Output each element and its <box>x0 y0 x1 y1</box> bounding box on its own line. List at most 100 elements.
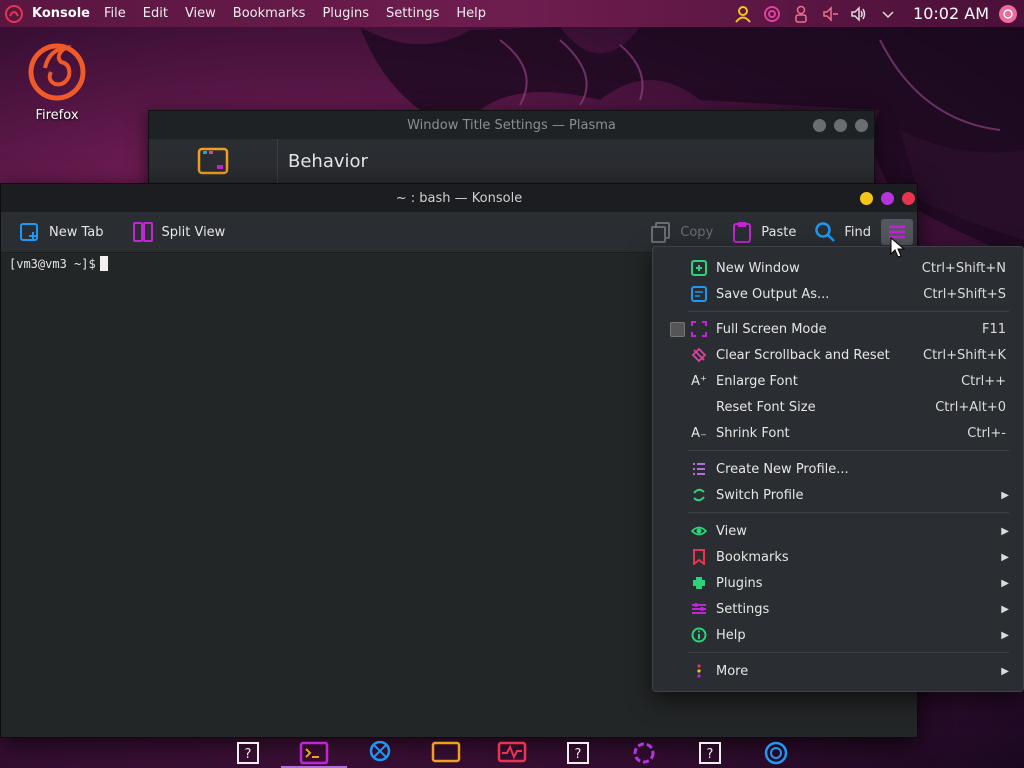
desktop-firefox[interactable]: Firefox <box>22 38 92 123</box>
task-settings[interactable] <box>347 738 413 768</box>
menu-item-shrink-font[interactable]: A₋ Shrink Font Ctrl+- <box>653 420 1023 446</box>
menu-item-save-output[interactable]: Save Output As... Ctrl+Shift+S <box>653 281 1023 307</box>
konsole-icon <box>299 741 329 765</box>
find-label: Find <box>844 224 871 240</box>
avatar-icon[interactable] <box>998 4 1018 24</box>
new-window-icon <box>690 259 708 277</box>
close-button[interactable] <box>902 192 915 205</box>
menu-help[interactable]: Help <box>456 6 486 21</box>
task-spiral-app[interactable] <box>743 738 809 768</box>
window-title: ~ : bash — Konsole <box>395 190 523 206</box>
window-titlebar[interactable]: Window Title Settings — Plasma <box>149 111 874 139</box>
maximize-button[interactable] <box>834 119 847 132</box>
menu-view[interactable]: View <box>185 6 216 21</box>
plasma-settings-window[interactable]: Window Title Settings — Plasma Behavior <box>148 110 875 192</box>
minimize-button[interactable] <box>813 119 826 132</box>
task-konsole[interactable] <box>281 738 347 768</box>
taskbar: ? ? ? <box>0 738 1024 768</box>
person-icon[interactable] <box>791 4 811 24</box>
split-view-label: Split View <box>161 224 226 240</box>
clear-icon <box>690 346 708 364</box>
menu-file[interactable]: File <box>104 6 126 21</box>
new-tab-button[interactable]: New Tab <box>1 216 116 248</box>
page-heading: Behavior <box>288 150 368 172</box>
unknown-app-icon: ? <box>699 742 721 764</box>
volume-icon[interactable] <box>849 4 869 24</box>
menu-item-settings[interactable]: Settings ▶ <box>653 596 1023 622</box>
firefox-icon <box>28 43 86 101</box>
menu-plugins[interactable]: Plugins <box>322 6 369 21</box>
full-screen-checkbox[interactable] <box>670 322 685 337</box>
svg-text:?: ? <box>575 747 582 762</box>
task-unknown-app[interactable]: ? <box>677 738 743 768</box>
window-titlebar[interactable]: ~ : bash — Konsole <box>1 184 917 212</box>
close-button[interactable] <box>855 119 868 132</box>
menu-item-full-screen[interactable]: Full Screen Mode F11 <box>653 316 1023 342</box>
clock[interactable]: 10:02 AM <box>913 4 989 23</box>
system-tray: 10:02 AM <box>733 0 1024 27</box>
submenu-arrow-icon: ▶ <box>1001 629 1009 641</box>
menu-separator <box>688 652 1009 653</box>
find-button[interactable]: Find <box>802 216 877 248</box>
split-view-button[interactable]: Split View <box>120 216 238 248</box>
text-cursor <box>99 256 108 271</box>
menu-item-bookmarks[interactable]: Bookmarks ▶ <box>653 544 1023 570</box>
submenu-arrow-icon: ▶ <box>1001 577 1009 589</box>
plugin-icon <box>690 574 708 592</box>
split-view-icon <box>132 222 153 242</box>
enlarge-font-icon: A⁺ <box>691 373 707 389</box>
menu-edit[interactable]: Edit <box>143 6 168 21</box>
copy-icon <box>651 222 671 243</box>
audio-mute-icon[interactable] <box>820 4 840 24</box>
minimize-button[interactable] <box>860 192 873 205</box>
task-unknown-app[interactable]: ? <box>215 738 281 768</box>
window-title: Window Title Settings — Plasma <box>407 117 616 133</box>
spiral-icon[interactable] <box>762 4 782 24</box>
system-monitor-icon <box>497 741 527 763</box>
menu-item-view[interactable]: View ▶ <box>653 518 1023 544</box>
menu-settings[interactable]: Settings <box>386 6 439 21</box>
unknown-app-icon: ? <box>567 742 589 764</box>
app-name[interactable]: Konsole <box>32 6 90 21</box>
window-settings-icon <box>431 741 461 763</box>
eye-icon <box>690 522 708 540</box>
top-panel: Konsole File Edit View Bookmarks Plugins… <box>0 0 1024 27</box>
unknown-app-icon: ? <box>237 742 259 764</box>
user-icon[interactable] <box>733 4 753 24</box>
settings-app-icon <box>369 741 391 762</box>
submenu-arrow-icon: ▶ <box>1001 603 1009 615</box>
menu-item-plugins[interactable]: Plugins ▶ <box>653 570 1023 596</box>
copy-button[interactable]: Copy <box>644 216 719 248</box>
menu-item-new-window[interactable]: New Window Ctrl+Shift+N <box>653 255 1023 281</box>
task-system-monitor[interactable] <box>479 738 545 768</box>
bookmark-icon <box>690 548 708 566</box>
spiral-icon <box>764 741 788 765</box>
settings-sidebar <box>149 139 278 183</box>
menu-item-enlarge-font[interactable]: A⁺ Enlarge Font Ctrl++ <box>653 368 1023 394</box>
menu-bookmarks[interactable]: Bookmarks <box>233 6 306 21</box>
menu-item-reset-font-size[interactable]: Reset Font Size Ctrl+Alt+0 <box>653 394 1023 420</box>
task-window-settings[interactable] <box>413 738 479 768</box>
paste-button[interactable]: Paste <box>719 216 802 248</box>
paste-label: Paste <box>761 224 797 240</box>
konsole-logo-icon[interactable] <box>4 4 24 24</box>
copy-label: Copy <box>680 224 714 240</box>
menu-separator <box>688 450 1009 451</box>
task-discover[interactable] <box>611 738 677 768</box>
menu-item-clear-scrollback[interactable]: Clear Scrollback and Reset Ctrl+Shift+K <box>653 342 1023 368</box>
window-settings-icon[interactable] <box>197 147 229 175</box>
paste-icon <box>733 222 752 243</box>
discover-icon <box>633 742 655 764</box>
fullscreen-icon <box>690 320 708 338</box>
menu-item-help[interactable]: Help ▶ <box>653 622 1023 648</box>
menu-item-more[interactable]: More ▶ <box>653 658 1023 684</box>
maximize-button[interactable] <box>881 192 894 205</box>
submenu-arrow-icon: ▶ <box>1001 525 1009 537</box>
task-unknown-app[interactable]: ? <box>545 738 611 768</box>
settings-icon <box>690 600 708 618</box>
menu-item-create-profile[interactable]: Create New Profile... <box>653 456 1023 482</box>
menu-item-switch-profile[interactable]: Switch Profile ▶ <box>653 482 1023 508</box>
shrink-font-icon: A₋ <box>691 425 707 441</box>
chevron-down-icon[interactable] <box>878 4 898 24</box>
submenu-arrow-icon: ▶ <box>1001 665 1009 677</box>
